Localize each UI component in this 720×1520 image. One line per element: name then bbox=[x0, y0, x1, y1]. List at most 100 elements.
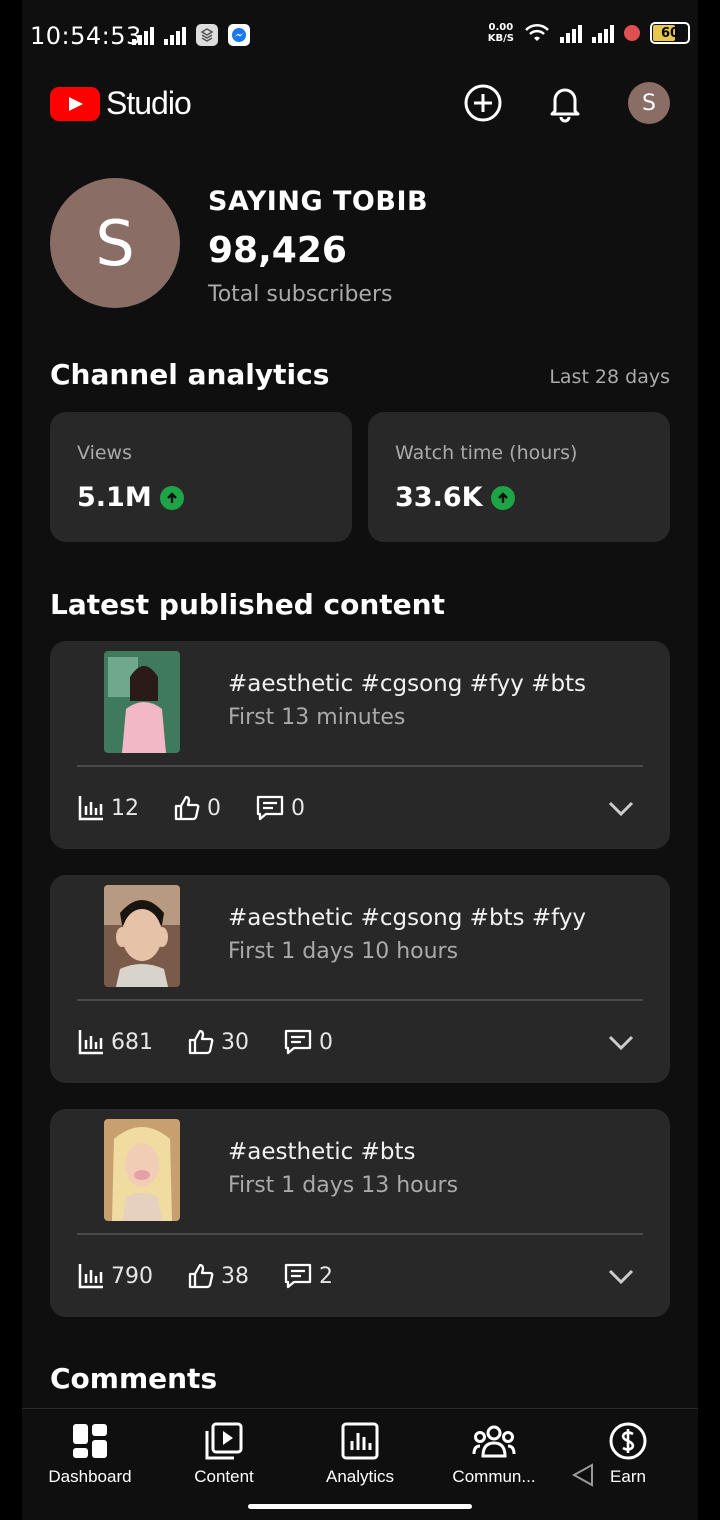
content-subtitle: First 13 minutes bbox=[228, 705, 406, 730]
stat-number: 33.6K bbox=[395, 482, 483, 513]
content-metrics: 681 30 0 bbox=[77, 1025, 367, 1059]
likes-metric: 38 bbox=[187, 1262, 249, 1290]
signal-icon bbox=[560, 23, 582, 43]
thumbs-up-icon bbox=[188, 1263, 214, 1289]
comments-count: 2 bbox=[319, 1263, 333, 1289]
youtube-logo-icon bbox=[50, 86, 100, 121]
likes-count: 30 bbox=[221, 1029, 249, 1055]
channel-name: SAYING TOBIB bbox=[208, 186, 429, 217]
analytics-title: Channel analytics bbox=[50, 358, 330, 391]
views-metric: 681 bbox=[77, 1028, 153, 1056]
signal-icon bbox=[132, 25, 154, 45]
status-left-icons bbox=[132, 24, 250, 46]
nav-label: Dashboard bbox=[48, 1467, 132, 1486]
comments-metric: 0 bbox=[283, 1028, 333, 1056]
likes-count: 0 bbox=[207, 795, 221, 821]
stat-number: 5.1M bbox=[77, 482, 152, 513]
community-icon bbox=[472, 1425, 516, 1458]
nav-analytics[interactable]: Analytics bbox=[300, 1421, 420, 1487]
home-indicator[interactable] bbox=[248, 1504, 472, 1509]
likes-metric: 30 bbox=[187, 1028, 249, 1056]
views-metric: 12 bbox=[77, 794, 139, 822]
comments-metric: 0 bbox=[255, 794, 305, 822]
logo-text: Studio bbox=[106, 85, 192, 121]
account-avatar[interactable]: S bbox=[628, 82, 670, 124]
battery-level: 60 bbox=[660, 25, 680, 41]
app-notification-icon bbox=[196, 24, 218, 46]
content-title: #aesthetic #cgsong #fyy #bts bbox=[228, 671, 587, 697]
subscriber-label: Total subscribers bbox=[208, 282, 393, 307]
recording-dot-icon bbox=[624, 25, 640, 41]
back-triangle-icon[interactable] bbox=[570, 1462, 596, 1488]
net-speed-value: 0.00 bbox=[488, 22, 514, 33]
watch-time-card[interactable]: Watch time (hours) 33.6K bbox=[368, 412, 670, 542]
signal-4g-icon bbox=[592, 23, 614, 43]
nav-community[interactable]: Commun... bbox=[434, 1421, 554, 1487]
content-item[interactable]: #aesthetic #cgsong #bts #fyy First 1 day… bbox=[50, 875, 670, 1083]
nav-content[interactable]: Content bbox=[164, 1421, 284, 1487]
content-subtitle: First 1 days 13 hours bbox=[228, 1173, 459, 1198]
comment-icon bbox=[284, 1263, 312, 1289]
nav-label: Analytics bbox=[325, 1467, 395, 1486]
comment-icon bbox=[256, 795, 284, 821]
content-metrics: 12 0 0 bbox=[77, 791, 339, 825]
dashboard-icon bbox=[73, 1424, 107, 1458]
content-item[interactable]: #aesthetic #cgsong #fyy #bts First 13 mi… bbox=[50, 641, 670, 849]
comments-count: 0 bbox=[291, 795, 305, 821]
content-metrics: 790 38 2 bbox=[77, 1259, 367, 1293]
analytics-icon bbox=[341, 1422, 379, 1460]
comments-count: 0 bbox=[319, 1029, 333, 1055]
thumbs-up-icon bbox=[188, 1029, 214, 1055]
signal-icon bbox=[164, 25, 186, 45]
trend-up-icon bbox=[490, 485, 515, 510]
content-title: #aesthetic #cgsong #bts #fyy bbox=[228, 905, 587, 931]
views-count: 12 bbox=[111, 795, 139, 821]
nav-dashboard[interactable]: Dashboard bbox=[30, 1421, 150, 1487]
content-title: #aesthetic #bts bbox=[228, 1139, 416, 1165]
video-thumbnail[interactable] bbox=[104, 1119, 180, 1221]
stat-value: 5.1M bbox=[77, 482, 184, 513]
views-metric: 790 bbox=[77, 1262, 153, 1290]
nav-label: Content bbox=[194, 1467, 254, 1486]
likes-metric: 0 bbox=[173, 794, 221, 822]
chevron-down-icon[interactable] bbox=[606, 1261, 636, 1291]
content-item[interactable]: #aesthetic #bts First 1 days 13 hours 79… bbox=[50, 1109, 670, 1317]
divider bbox=[77, 999, 643, 1001]
add-circle-icon[interactable] bbox=[462, 82, 504, 124]
video-thumbnail[interactable] bbox=[104, 885, 180, 987]
earn-icon bbox=[609, 1422, 647, 1460]
content-icon bbox=[205, 1422, 243, 1460]
latest-content-title: Latest published content bbox=[50, 588, 445, 621]
comment-icon bbox=[284, 1029, 312, 1055]
battery-icon: 60 bbox=[650, 22, 690, 44]
stat-label: Watch time (hours) bbox=[395, 442, 578, 464]
thumbs-up-icon bbox=[174, 795, 200, 821]
nav-label: Commun... bbox=[452, 1467, 536, 1486]
divider bbox=[77, 1233, 643, 1235]
channel-avatar: S bbox=[50, 178, 180, 308]
views-count: 790 bbox=[111, 1263, 153, 1289]
wifi-icon bbox=[525, 23, 549, 41]
analytics-bars-icon bbox=[78, 1264, 103, 1289]
views-count: 681 bbox=[111, 1029, 153, 1055]
status-right-icons: 0.00 KB/S 60 bbox=[488, 22, 690, 44]
status-bar: 10:54:53 0.00 KB/S 60 bbox=[22, 0, 698, 70]
chevron-down-icon[interactable] bbox=[606, 1027, 636, 1057]
content-subtitle: First 1 days 10 hours bbox=[228, 939, 459, 964]
status-time: 10:54:53 bbox=[30, 22, 142, 50]
screen: 10:54:53 0.00 KB/S 60 Studio S S SAYING … bbox=[22, 0, 698, 1520]
likes-count: 38 bbox=[221, 1263, 249, 1289]
net-speed-unit: KB/S bbox=[487, 33, 514, 44]
subscriber-count: 98,426 bbox=[208, 230, 347, 271]
analytics-bars-icon bbox=[78, 796, 103, 821]
views-card[interactable]: Views 5.1M bbox=[50, 412, 352, 542]
messenger-icon bbox=[228, 24, 250, 46]
video-thumbnail[interactable] bbox=[104, 651, 180, 753]
comments-title: Comments bbox=[50, 1362, 218, 1395]
chevron-down-icon[interactable] bbox=[606, 793, 636, 823]
bell-icon[interactable] bbox=[544, 82, 586, 124]
studio-logo[interactable]: Studio bbox=[50, 85, 192, 122]
analytics-period: Last 28 days bbox=[549, 366, 670, 388]
trend-up-icon bbox=[159, 485, 184, 510]
channel-summary: S SAYING TOBIB 98,426 Total subscribers bbox=[50, 178, 670, 310]
